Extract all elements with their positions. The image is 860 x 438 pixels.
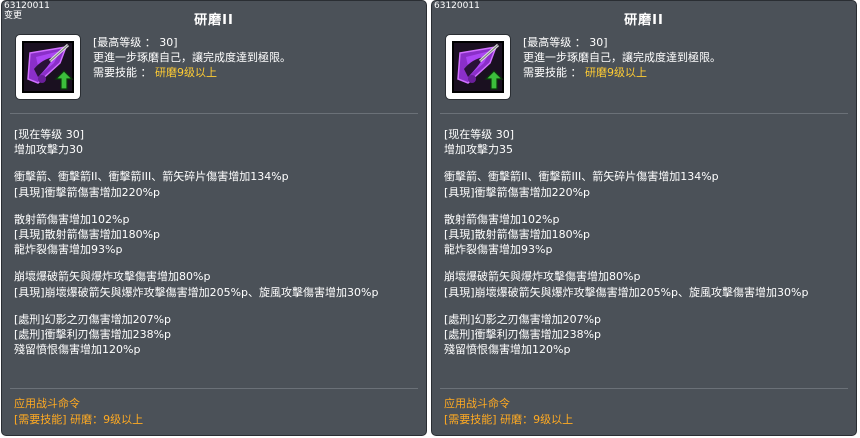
effect-line: 衝擊箭、衝擊箭II、衝擊箭III、箭矢碎片傷害增加134%p	[14, 170, 289, 184]
divider	[440, 388, 848, 389]
skill-tooltip-left: 63120011 变更 研磨II [最高等级 ： 30] 更進一步琢磨自己，讓完…	[1, 0, 427, 436]
skill-effects: [现在等级 30] 增加攻擊力30 衝擊箭、衝擊箭II、衝擊箭III、箭矢碎片傷…	[14, 127, 378, 357]
effect-line: [具現]散射箭傷害增加180%p	[14, 227, 161, 241]
effect-line: [具現]崩壞爆破箭矢與爆炸攻擊傷害增加205%p、旋風攻擊傷害增加30%p	[14, 285, 379, 299]
effect-line: [處刑]衝擊利刃傷害增加238%p	[14, 327, 172, 341]
required-skill-line: 需要技能 ： 研磨9级以上	[523, 65, 721, 80]
required-skill-label: 需要技能 ：	[523, 66, 582, 79]
effect-line: [具現]衝擊箭傷害增加220%p	[14, 185, 161, 199]
skill-icon	[452, 41, 504, 93]
apply-battle-command-text: 应用战斗命令	[14, 397, 80, 410]
skill-description: 更進一步琢磨自己，讓完成度達到極限。	[93, 51, 291, 64]
effect-line: [處刑]幻影之刃傷害增加207%p	[14, 312, 172, 326]
footer-required-skill: [需要技能] 研磨：9级以上	[444, 412, 574, 426]
effect-line: [具現]衝擊箭傷害增加220%p	[444, 185, 591, 199]
skill-description: 更進一步琢磨自己，讓完成度達到極限。	[523, 51, 721, 64]
divider	[10, 388, 418, 389]
effect-line: [處刑]幻影之刃傷害增加207%p	[444, 312, 602, 326]
effect-line: [具現]崩壞爆破箭矢與爆炸攻擊傷害增加205%p、旋風攻擊傷害增加30%p	[444, 285, 809, 299]
effect-line: 殘留憤恨傷害增加120%p	[14, 343, 141, 357]
skill-title: 研磨II	[194, 13, 234, 28]
required-skill-value: 研磨9级以上	[155, 66, 217, 79]
footer-required-skill: [需要技能] 研磨：9级以上	[14, 412, 144, 426]
skill-icon-frame	[15, 34, 81, 100]
required-skill-line: 需要技能 ： 研磨9级以上	[93, 65, 291, 80]
skill-effects: [现在等级 30] 增加攻擊力35 衝擊箭、衝擊箭II、衝擊箭III、箭矢碎片傷…	[444, 127, 808, 357]
effect-line: 衝擊箭、衝擊箭II、衝擊箭III、箭矢碎片傷害增加134%p	[444, 170, 719, 184]
skill-footer: 应用战斗命令 [需要技能] 研磨：9级以上	[444, 396, 573, 427]
divider	[440, 113, 848, 114]
attack-bonus-text: 增加攻擊力30	[14, 143, 83, 157]
effect-line: 殘留憤恨傷害增加120%p	[444, 343, 571, 357]
apply-battle-command-text: 应用战斗命令	[444, 397, 510, 410]
current-level-text: [现在等级 30]	[14, 128, 85, 141]
skill-icon	[22, 41, 74, 93]
current-level-text: [现在等级 30]	[444, 128, 515, 141]
effect-line: [具現]散射箭傷害增加180%p	[444, 227, 591, 241]
effect-line: 崩壞爆破箭矢與爆炸攻擊傷害增加80%p	[14, 270, 211, 284]
skill-icon-frame	[445, 34, 511, 100]
effect-line: 散射箭傷害增加102%p	[14, 212, 130, 226]
skill-header: [最高等级 ： 30] 更進一步琢磨自己，讓完成度達到極限。 需要技能 ： 研磨…	[523, 35, 721, 80]
effect-line: [處刑]衝擊利刃傷害增加238%p	[444, 327, 602, 341]
effect-line: 散射箭傷害增加102%p	[444, 212, 560, 226]
skill-footer: 应用战斗命令 [需要技能] 研磨：9级以上	[14, 396, 143, 427]
divider	[10, 113, 418, 114]
skill-tooltip-right: 63120011 研磨II [最高等级 ： 30] 更進一步琢磨自己，讓完成度達…	[431, 0, 857, 436]
effect-line: 龍炸裂傷害增加93%p	[444, 243, 553, 257]
max-level-text: [最高等级 ： 30]	[523, 36, 608, 49]
max-level-text: [最高等级 ： 30]	[93, 36, 178, 49]
required-skill-label: 需要技能 ：	[93, 66, 152, 79]
skill-title: 研磨II	[624, 13, 664, 28]
skill-header: [最高等级 ： 30] 更進一步琢磨自己，讓完成度達到極限。 需要技能 ： 研磨…	[93, 35, 291, 80]
required-skill-value: 研磨9级以上	[585, 66, 647, 79]
effect-line: 崩壞爆破箭矢與爆炸攻擊傷害增加80%p	[444, 270, 641, 284]
attack-bonus-text: 增加攻擊力35	[444, 143, 513, 157]
effect-line: 龍炸裂傷害增加93%p	[14, 243, 123, 257]
